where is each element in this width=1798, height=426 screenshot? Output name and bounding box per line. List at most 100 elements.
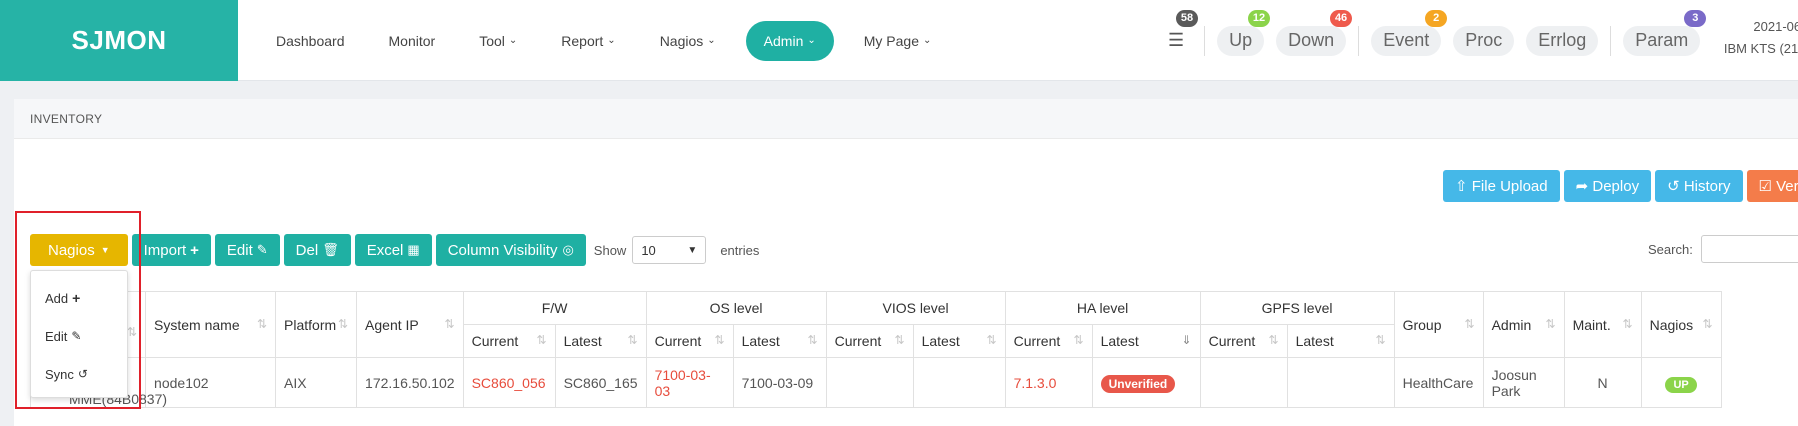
ha-latest-cell: Unverified: [1091, 357, 1201, 408]
nav-monitor-label: Monitor: [388, 32, 436, 49]
gpfs-latest-header[interactable]: Latest ⇅: [1286, 324, 1395, 358]
file-upload-label: File Upload: [1471, 177, 1548, 195]
status-badge: Unverified: [1100, 374, 1176, 393]
os-latest-header[interactable]: Latest ⇅: [732, 324, 827, 358]
table-row[interactable]: MME(84B0837) node102 AIX 172.16.50.102 S…: [29, 357, 1722, 408]
organization-info: IBM KTS (21762 da: [1723, 41, 1798, 56]
sort-icon: ⇅: [256, 316, 268, 331]
down-count-badge: 46: [1329, 9, 1353, 27]
vios-current-header-label: Current: [834, 333, 882, 349]
os-current-cell: 7100-03-03: [645, 357, 734, 408]
up-button[interactable]: Up 12: [1217, 9, 1271, 56]
fw-current-header-label: Current: [471, 333, 519, 349]
sort-icon: ⇅: [627, 333, 638, 347]
agent-ip-cell: 172.16.50.102: [356, 357, 464, 408]
history-label: History: [1683, 177, 1731, 195]
fw-latest-header-label: Latest: [563, 333, 602, 349]
ha-latest-header[interactable]: Latest ⇓: [1091, 324, 1201, 358]
sort-icon: ⇅: [1702, 316, 1713, 331]
vios-current-cell: [825, 357, 914, 408]
maint-header[interactable]: Maint. ⇅: [1563, 291, 1642, 358]
vios-latest-header[interactable]: Latest ⇅: [912, 324, 1006, 358]
os-latest-header-label: Latest: [741, 333, 780, 349]
nav-nagios[interactable]: Nagios ⌄: [638, 21, 738, 61]
ha-current-header[interactable]: Current ⇅: [1004, 324, 1093, 358]
os-current-header[interactable]: Current ⇅: [645, 324, 734, 358]
event-label: Event: [1383, 30, 1430, 50]
gpfs-current-header[interactable]: Current ⇅: [1199, 324, 1288, 358]
edit-button[interactable]: Edit ✎: [214, 234, 280, 266]
sort-icon: ⇅: [1375, 333, 1386, 347]
fw-latest-header[interactable]: Latest ⇅: [554, 324, 647, 358]
edit-icon: ✎: [256, 242, 268, 257]
agent-ip-header[interactable]: Agent IP ⇅: [356, 291, 464, 358]
nagios-header[interactable]: Nagios ⇅: [1640, 291, 1722, 358]
gpfs-current-header-label: Current: [1208, 333, 1256, 349]
history-button[interactable]: ↺ History: [1655, 170, 1743, 202]
eye-slash-icon: ◎: [562, 242, 574, 257]
event-button[interactable]: Event 2: [1371, 9, 1448, 56]
maint-cell: N: [1563, 357, 1642, 408]
panel-title: INVENTORY: [14, 99, 1798, 139]
delete-button[interactable]: Del 🗑: [283, 234, 351, 266]
ha-level-group-header: HA level: [1004, 291, 1201, 325]
fw-current-header[interactable]: Current ⇅: [462, 324, 556, 358]
session-info: 2021-06-02 14 IBM KTS (21762 da: [1678, 16, 1798, 60]
sort-icon: ⇅: [1622, 316, 1633, 331]
errlog-button[interactable]: Errlog: [1526, 25, 1599, 56]
vios-current-header[interactable]: Current ⇅: [825, 324, 914, 358]
nav-tool[interactable]: Tool ⌄: [457, 21, 539, 61]
list-button[interactable]: ☰ 58: [1160, 9, 1199, 56]
list-count-badge: 58: [1175, 9, 1199, 27]
nagios-header-label: Nagios: [1649, 316, 1694, 333]
search-label: Search:: [1648, 241, 1693, 257]
proc-label: Proc: [1465, 30, 1503, 50]
current-datetime: 2021-06-02 14: [1753, 19, 1798, 34]
nav-my-page[interactable]: My Page ⌄: [842, 21, 954, 61]
page-size-select[interactable]: 10 ▼: [632, 236, 707, 264]
gpfs-current-cell: [1199, 357, 1288, 408]
list-icon: ☰: [1168, 30, 1185, 50]
group-header[interactable]: Group ⇅: [1393, 291, 1484, 358]
excel-button[interactable]: Excel ▦: [354, 234, 432, 266]
nav-admin[interactable]: Admin ⌄: [745, 20, 834, 61]
divider: [1204, 25, 1206, 56]
proc-button[interactable]: Proc: [1453, 25, 1515, 56]
edit-label: Edit: [226, 241, 253, 259]
fw-current-cell: SC860_056: [462, 357, 556, 408]
ha-current-header-label: Current: [1013, 333, 1061, 349]
chevron-down-icon: ⌄: [508, 35, 518, 46]
up-label: Up: [1229, 30, 1253, 50]
up-count-badge: 12: [1247, 9, 1271, 27]
nav-dashboard-label: Dashboard: [276, 32, 345, 49]
show-label: Show: [593, 242, 627, 258]
sort-icon: ⇅: [807, 333, 818, 347]
maint-header-label: Maint.: [1572, 316, 1611, 333]
agent-ip-header-label: Agent IP: [365, 316, 419, 333]
nav-monitor[interactable]: Monitor: [367, 21, 458, 61]
search-input[interactable]: [1700, 235, 1798, 263]
column-visibility-label: Column Visibility: [447, 241, 558, 259]
sort-desc-icon: ⇓: [1181, 333, 1192, 347]
file-upload-button[interactable]: ⇧ File Upload: [1443, 170, 1560, 202]
platform-cell: AIX: [275, 357, 358, 408]
admin-cell: Joosun Park: [1482, 357, 1565, 408]
sort-icon: ⇅: [337, 316, 349, 331]
nav-report[interactable]: Report ⌄: [539, 21, 637, 61]
column-visibility-button[interactable]: Column Visibility ◎: [435, 234, 586, 266]
upload-icon: ⇧: [1455, 178, 1472, 195]
import-button[interactable]: Import +: [131, 234, 211, 266]
brand-logo[interactable]: SJMON: [0, 0, 238, 81]
gpfs-latest-header-label: Latest: [1295, 333, 1334, 349]
inventory-panel: INVENTORY ⇧ File Upload ➦ Deploy ↺ Histo…: [14, 99, 1798, 426]
deploy-button[interactable]: ➦ Deploy: [1563, 170, 1652, 202]
system-name-header[interactable]: System name ⇅: [145, 291, 277, 358]
verify-button[interactable]: ☑ Veri: [1746, 170, 1798, 202]
nav-dashboard[interactable]: Dashboard: [254, 21, 367, 61]
vios-latest-header-label: Latest: [921, 333, 960, 349]
nav-report-label: Report: [561, 32, 604, 49]
down-button[interactable]: Down 46: [1276, 9, 1353, 56]
admin-header[interactable]: Admin ⇅: [1482, 291, 1565, 358]
nagios-cell: UP: [1640, 357, 1722, 408]
platform-header[interactable]: Platform ⇅: [275, 291, 358, 358]
